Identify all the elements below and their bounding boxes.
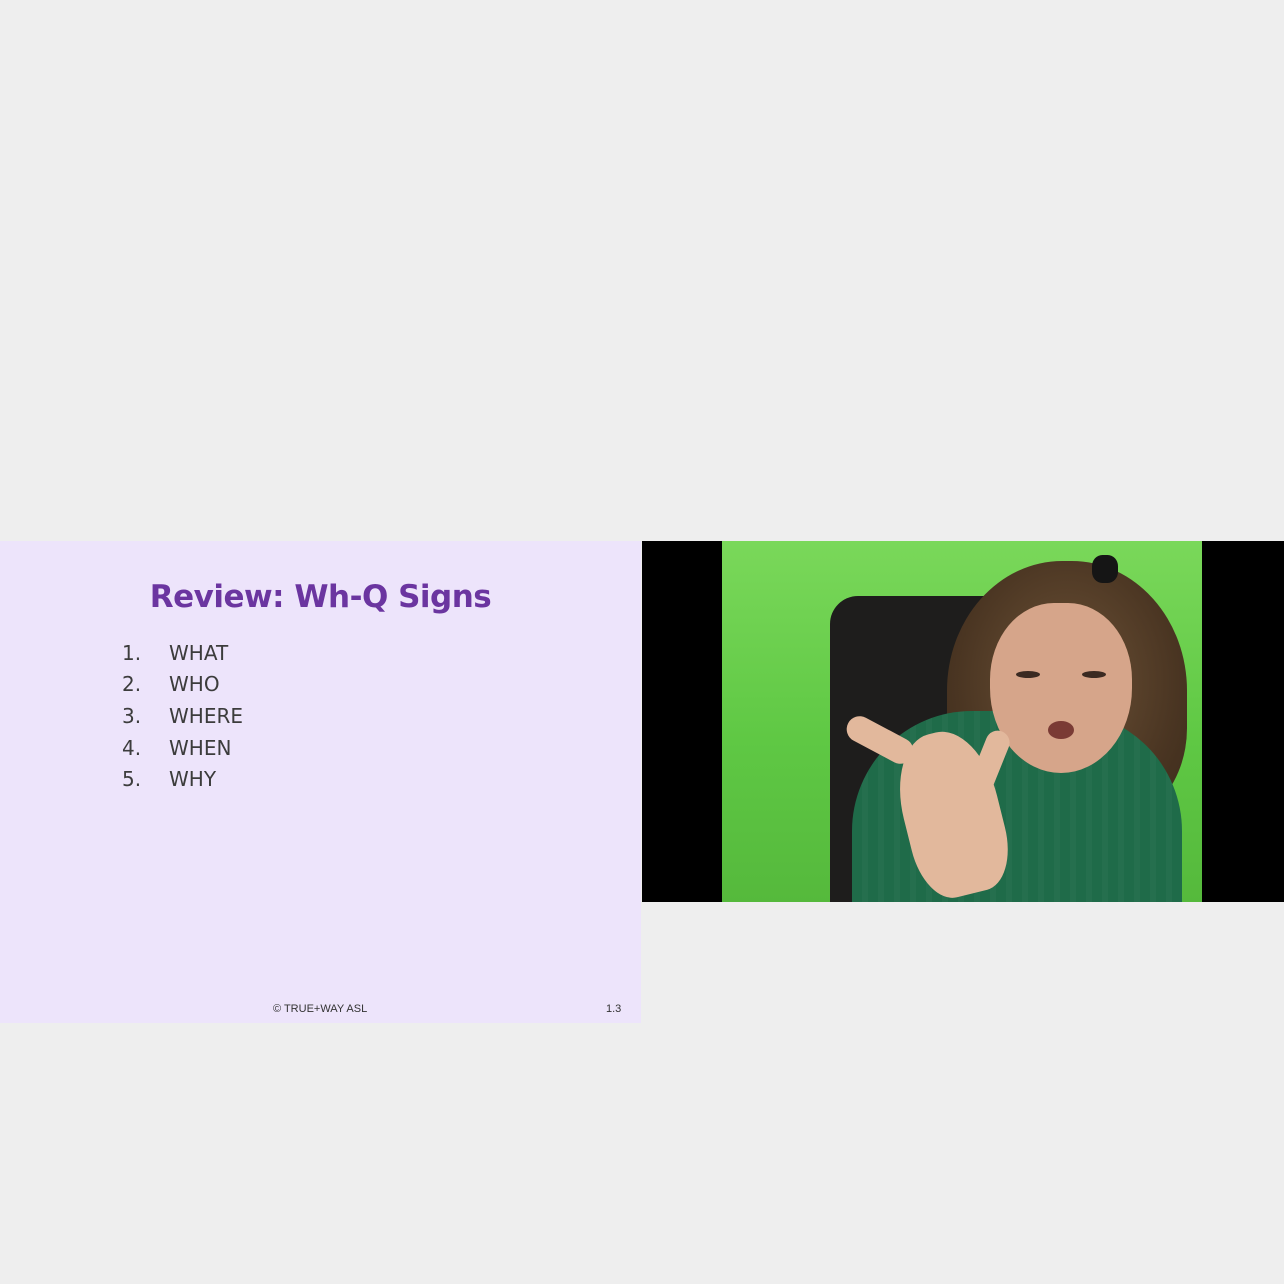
list-item-number: 4. — [122, 735, 142, 760]
list-item-label: WHO — [169, 672, 220, 697]
left-eye-shape — [1016, 671, 1040, 678]
slide-title: Review: Wh-Q Signs — [149, 579, 492, 615]
list-item-number: 5. — [122, 767, 142, 792]
presentation-stage: Review: Wh-Q Signs 1. WHAT 2. WHO 3. WHE… — [0, 541, 1284, 1023]
slide-panel: Review: Wh-Q Signs 1. WHAT 2. WHO 3. WHE… — [0, 541, 641, 1023]
list-item-label: WHERE — [169, 703, 243, 728]
video-frame-green-screen — [722, 541, 1202, 902]
list-item: 4. WHEN — [122, 732, 243, 764]
list-item: 1. WHAT — [122, 637, 243, 669]
face-shape — [990, 603, 1132, 773]
right-eye-shape — [1082, 671, 1106, 678]
copyright-notice: © TRUE+WAY ASL — [273, 1003, 368, 1015]
list-item-label: WHEN — [169, 735, 232, 760]
slide-page-number: 1.3 — [606, 1003, 622, 1015]
list-item: 3. WHERE — [122, 700, 243, 732]
hair-bow-shape — [1092, 555, 1118, 583]
list-item-label: WHAT — [169, 640, 229, 665]
signer-video[interactable] — [642, 541, 1284, 902]
list-item-number: 3. — [122, 703, 142, 728]
list-item: 5. WHY — [122, 763, 243, 795]
mouth-shape — [1048, 721, 1074, 739]
slide-footer: © TRUE+WAY ASL 1.3 — [0, 1003, 641, 1017]
wh-question-list: 1. WHAT 2. WHO 3. WHERE 4. WHEN 5. WHY — [122, 637, 243, 795]
list-item-number: 2. — [122, 672, 142, 697]
list-item-number: 1. — [122, 640, 142, 665]
list-item-label: WHY — [169, 767, 217, 792]
list-item: 2. WHO — [122, 669, 243, 701]
